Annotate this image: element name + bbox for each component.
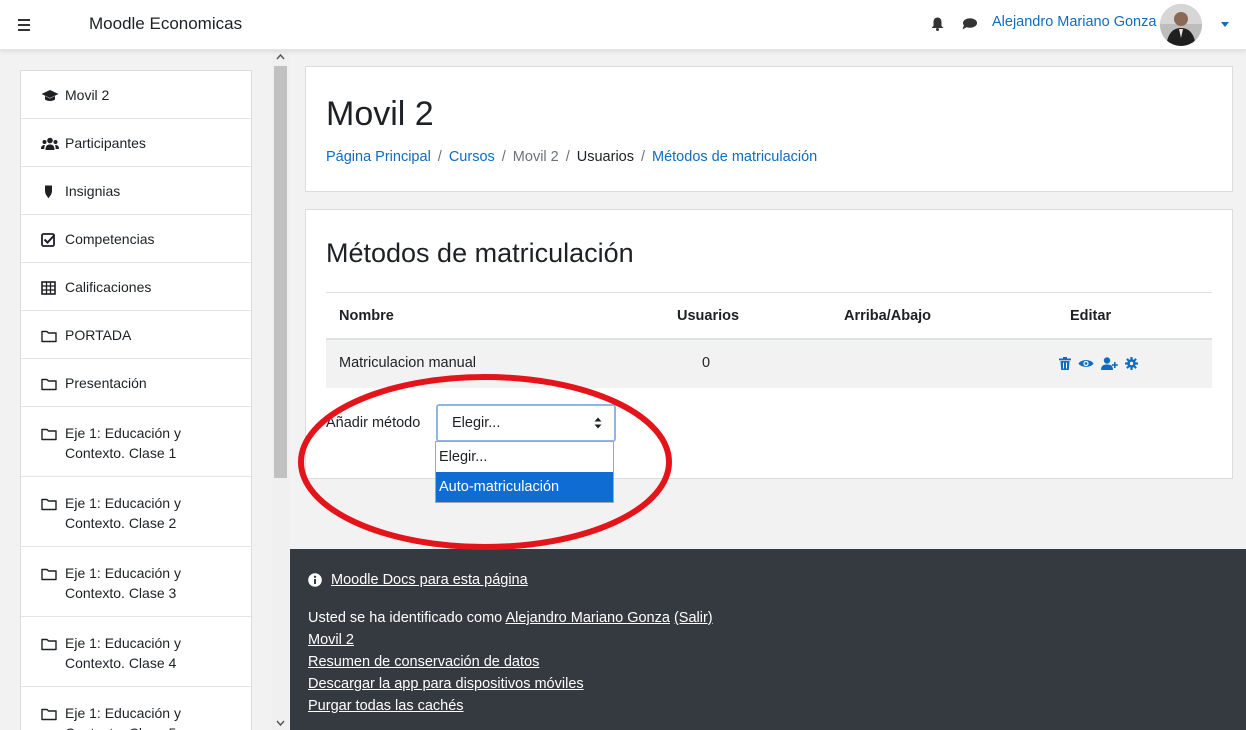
breadcrumb-enrol-methods[interactable]: Métodos de matriculación bbox=[652, 149, 817, 165]
table-header-row: Nombre Usuarios Arriba/Abajo Editar bbox=[326, 292, 1212, 340]
drawer-item-label: Calificaciones bbox=[65, 279, 152, 295]
gear-icon[interactable] bbox=[1125, 357, 1138, 370]
folder-icon bbox=[41, 706, 59, 721]
users-icon bbox=[41, 136, 59, 150]
site-brand[interactable]: Moodle Economicas bbox=[89, 14, 242, 34]
course-drawer: Movil 2 Participantes Insignias Competencia… bbox=[0, 50, 290, 730]
drawer-item[interactable]: Presentación bbox=[21, 359, 251, 407]
mobile-app-link[interactable]: Descargar la app para dispositivos móvil… bbox=[308, 676, 584, 692]
table-row: Matriculacion manual 0 bbox=[326, 340, 1212, 388]
option-auto-matriculacion[interactable]: Auto-matriculación bbox=[436, 472, 613, 502]
folder-icon bbox=[41, 496, 59, 511]
logged-in-info: Usted se ha identificado como Alejandro … bbox=[308, 610, 713, 626]
drawer-item[interactable]: Participantes bbox=[21, 119, 251, 167]
select-arrows-icon bbox=[594, 417, 602, 429]
breadcrumb: Página Principal / Cursos / Movil 2 / Usuarios… bbox=[326, 149, 817, 165]
drawer-item[interactable]: Eje 1: Educación y Contexto. Clase 3 bbox=[21, 547, 251, 617]
folder-icon bbox=[41, 426, 59, 441]
drawer-item-label: PORTADA bbox=[65, 327, 132, 343]
drawer-item-label: Competencias bbox=[65, 231, 155, 247]
drawer-nav-list: Movil 2 Participantes Insignias Competencia… bbox=[20, 70, 252, 730]
edit-actions bbox=[1059, 357, 1138, 370]
drawer-item-label: Eje 1: Educación y Contexto. Clase 4 bbox=[65, 635, 181, 671]
top-navbar: Moodle Economicas Alejandro Mariano Gonz… bbox=[0, 0, 1246, 50]
drawer-item[interactable]: Insignias bbox=[21, 167, 251, 215]
scroll-thumb[interactable] bbox=[274, 66, 287, 478]
bell-icon[interactable] bbox=[931, 17, 944, 31]
add-method-dropdown: Elegir... Auto-matriculación bbox=[435, 441, 614, 503]
column-header-usuarios: Usuarios bbox=[677, 308, 740, 324]
chat-icon[interactable] bbox=[962, 18, 977, 30]
drawer-scrollbar[interactable] bbox=[272, 50, 289, 730]
enrolment-methods-table: Nombre Usuarios Arriba/Abajo Editar Matr… bbox=[326, 292, 1212, 388]
eye-icon[interactable] bbox=[1078, 357, 1094, 370]
trash-icon[interactable] bbox=[1059, 357, 1071, 370]
row-nombre: Matriculacion manual bbox=[339, 355, 477, 371]
breadcrumb-cursos[interactable]: Cursos bbox=[449, 149, 495, 165]
drawer-item-label: Eje 1: Educación y Contexto. Clase 5 bbox=[65, 705, 181, 730]
scroll-down-icon[interactable] bbox=[276, 718, 285, 727]
moodle-docs-link[interactable]: Moodle Docs para esta página bbox=[331, 572, 528, 588]
graduation-cap-icon bbox=[41, 88, 59, 102]
shield-icon bbox=[41, 184, 59, 199]
caret-down-icon[interactable] bbox=[1221, 22, 1229, 27]
folder-icon bbox=[41, 328, 59, 343]
column-header-nombre: Nombre bbox=[339, 308, 394, 324]
info-icon bbox=[308, 573, 322, 587]
drawer-item[interactable]: Eje 1: Educación y Contexto. Clase 2 bbox=[21, 477, 251, 547]
drawer-item[interactable]: Competencias bbox=[21, 215, 251, 263]
drawer-item[interactable]: PORTADA bbox=[21, 311, 251, 359]
add-method-label: Añadir método bbox=[326, 415, 421, 431]
drawer-item[interactable]: Eje 1: Educación y Contexto. Clase 4 bbox=[21, 617, 251, 687]
folder-icon bbox=[41, 566, 59, 581]
drawer-item-label: Insignias bbox=[65, 183, 121, 199]
check-square-icon bbox=[41, 232, 59, 247]
breadcrumb-separator: / bbox=[437, 149, 442, 165]
breadcrumb-separator: / bbox=[501, 149, 506, 165]
drawer-item[interactable]: Eje 1: Educación y Contexto. Clase 1 bbox=[21, 407, 251, 477]
avatar[interactable] bbox=[1160, 4, 1202, 46]
breadcrumb-separator: / bbox=[640, 149, 646, 165]
page-footer: Moodle Docs para esta página Usted se ha… bbox=[290, 549, 1246, 730]
drawer-item[interactable]: Calificaciones bbox=[21, 263, 251, 311]
breadcrumb-usuarios: Usuarios bbox=[576, 149, 634, 165]
footer-user-link[interactable]: Alejandro Mariano Gonza bbox=[505, 610, 669, 626]
breadcrumb-separator: / bbox=[565, 149, 570, 165]
option-elegir[interactable]: Elegir... bbox=[436, 442, 613, 472]
drawer-item[interactable]: Eje 1: Educación y Contexto. Clase 5 bbox=[21, 687, 251, 730]
logged-in-prefix: Usted se ha identificado como bbox=[308, 610, 506, 626]
page-header: Movil 2 Página Principal / Cursos / Movil 2/… bbox=[305, 66, 1233, 192]
page-title: Movil 2 bbox=[326, 95, 434, 133]
drawer-item-label: Movil 2 bbox=[65, 87, 110, 103]
purge-caches-link[interactable]: Purgar todas las cachés bbox=[308, 698, 464, 714]
enrol-user-icon[interactable] bbox=[1101, 357, 1118, 370]
footer-course-link[interactable]: Movil 2 bbox=[308, 632, 354, 648]
column-header-editar: Editar bbox=[1070, 308, 1112, 324]
drawer-item-label: Participantes bbox=[65, 135, 146, 151]
breadcrumb-home[interactable]: Página Principal bbox=[326, 149, 431, 165]
column-header-arriba-abajo: Arriba/Abajo bbox=[844, 308, 932, 324]
add-method-select[interactable]: Elegir... bbox=[436, 404, 616, 442]
drawer-item-label: Presentación bbox=[65, 375, 147, 391]
data-retention-link[interactable]: Resumen de conservación de datos bbox=[308, 654, 539, 670]
docs-link-row: Moodle Docs para esta página bbox=[308, 572, 528, 588]
user-name[interactable]: Alejandro Mariano Gonza bbox=[992, 14, 1162, 30]
drawer-item-label: Eje 1: Educación y Contexto. Clase 2 bbox=[65, 495, 181, 531]
enrolment-methods-card: Métodos de matriculación Nombre Usuarios… bbox=[305, 209, 1233, 479]
row-usuarios: 0 bbox=[702, 355, 711, 371]
breadcrumb-course: Movil 2 bbox=[512, 149, 559, 165]
drawer-item-label: Eje 1: Educación y Contexto. Clase 3 bbox=[65, 565, 181, 601]
table-icon bbox=[41, 280, 59, 295]
scroll-up-icon[interactable] bbox=[276, 53, 285, 62]
drawer-item[interactable]: Movil 2 bbox=[21, 71, 251, 119]
menu-icon[interactable] bbox=[10, 11, 38, 39]
select-value: Elegir... bbox=[452, 415, 501, 431]
folder-icon bbox=[41, 636, 59, 651]
logout-link[interactable]: (Salir) bbox=[674, 610, 713, 626]
folder-icon bbox=[41, 376, 59, 391]
drawer-item-label: Eje 1: Educación y Contexto. Clase 1 bbox=[65, 425, 181, 461]
section-title: Métodos de matriculación bbox=[326, 238, 634, 268]
